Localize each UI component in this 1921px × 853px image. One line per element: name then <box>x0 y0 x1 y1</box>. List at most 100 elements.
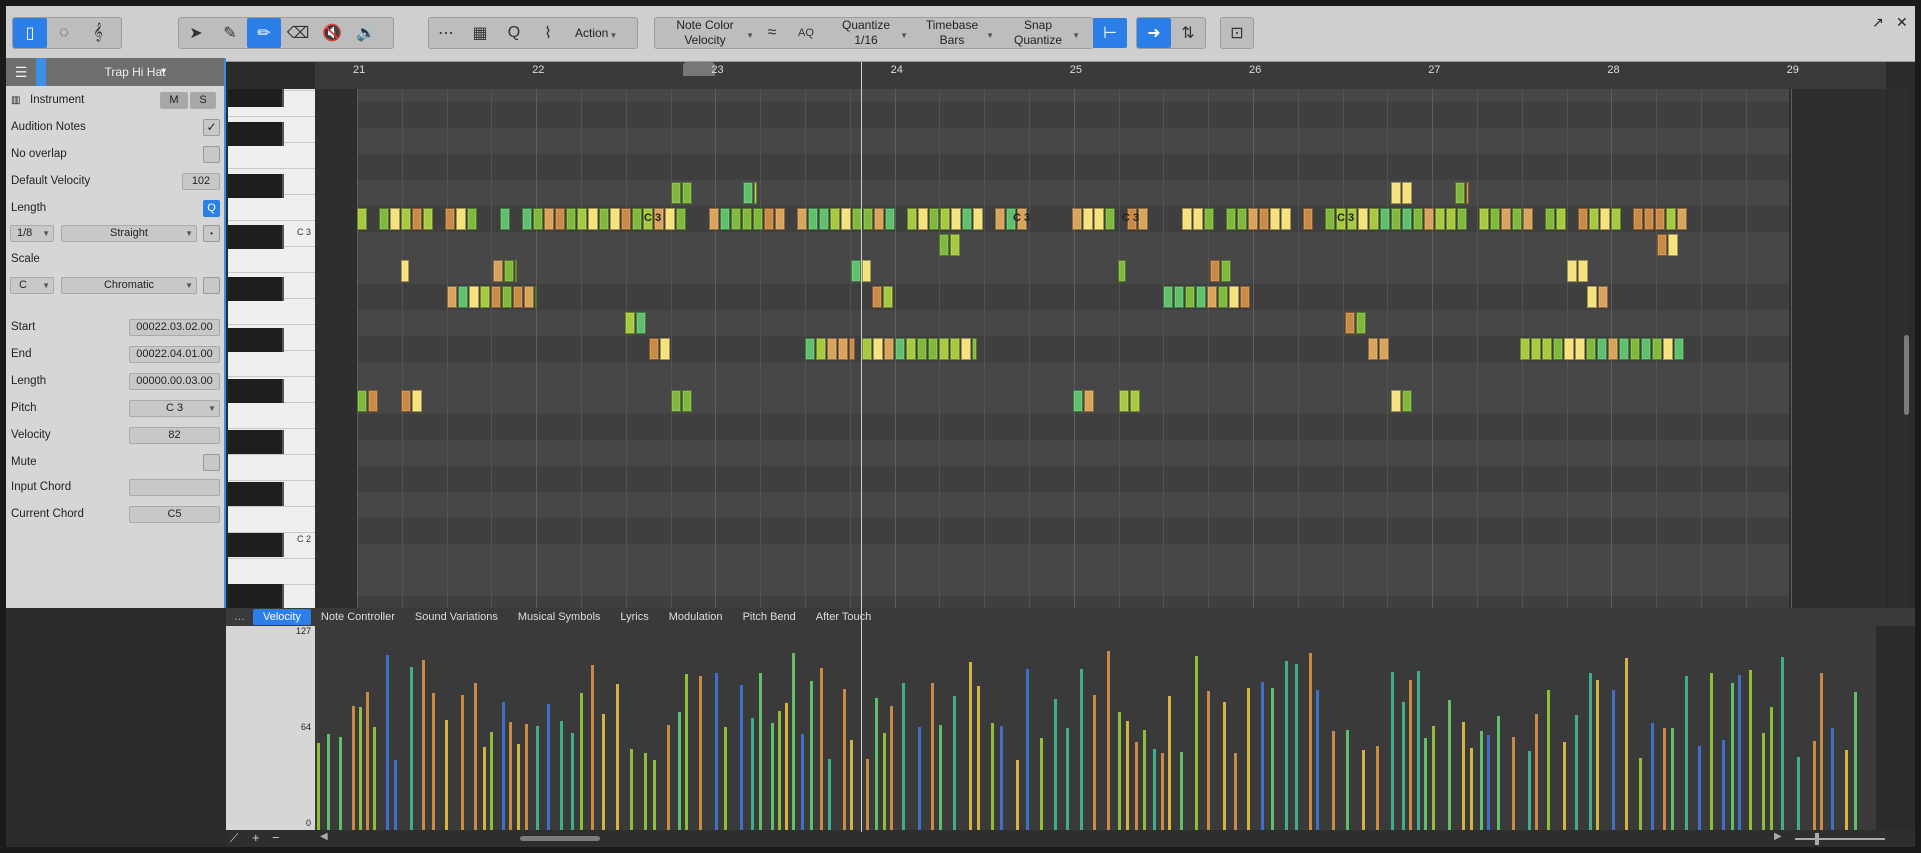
velocity-bar[interactable] <box>366 692 369 830</box>
midi-note[interactable] <box>819 208 829 230</box>
midi-note[interactable] <box>1435 208 1445 230</box>
midi-note[interactable] <box>1226 208 1236 230</box>
scroll-left-icon[interactable]: ◀ <box>320 831 328 842</box>
midi-note[interactable] <box>671 390 681 412</box>
midi-note[interactable] <box>939 234 949 256</box>
midi-note[interactable] <box>1345 312 1355 334</box>
velocity-bar[interactable] <box>667 725 670 830</box>
midi-note[interactable] <box>515 260 517 282</box>
velocity-bar[interactable] <box>953 696 956 830</box>
velocity-bar[interactable] <box>1535 714 1538 830</box>
tab-velocity[interactable]: Velocity <box>253 609 311 625</box>
velocity-bar[interactable] <box>536 726 539 830</box>
midi-note[interactable] <box>1185 286 1195 308</box>
midi-note[interactable] <box>1586 338 1596 360</box>
midi-note[interactable] <box>1325 208 1335 230</box>
velocity-bar[interactable] <box>1432 726 1435 830</box>
velocity-bar[interactable] <box>1247 688 1250 830</box>
midi-note[interactable] <box>874 208 884 230</box>
velocity-bar[interactable] <box>1698 746 1701 830</box>
midi-note[interactable] <box>950 338 960 360</box>
end-field[interactable]: 00022.04.01.00 <box>129 345 220 363</box>
midi-note[interactable] <box>566 208 576 230</box>
midi-note[interactable] <box>480 286 490 308</box>
velocity-bar[interactable] <box>1271 688 1274 830</box>
scale-root-dropdown[interactable]: C ▼ <box>10 276 54 294</box>
midi-note[interactable] <box>676 208 686 230</box>
line-tool-icon[interactable]: ⟋ <box>230 831 238 846</box>
midi-note[interactable] <box>961 338 971 360</box>
split-view-icon[interactable]: ⇅ <box>1171 18 1205 48</box>
midi-note[interactable] <box>588 208 598 230</box>
velocity-bar[interactable] <box>1731 683 1734 830</box>
velocity-bar[interactable] <box>1285 661 1288 830</box>
midi-note[interactable] <box>1073 390 1083 412</box>
track-name[interactable]: Trap Hi Hat <box>46 65 224 79</box>
midi-note[interactable] <box>841 208 851 230</box>
note-length-field[interactable]: 00000.00.03.00 <box>129 372 220 390</box>
velocity-bar[interactable] <box>1126 721 1129 830</box>
close-icon[interactable]: ✕ <box>1896 14 1908 31</box>
swing-icon[interactable]: ≈ <box>755 18 789 48</box>
velocity-bar[interactable] <box>1762 733 1765 830</box>
velocity-bar[interactable] <box>1797 757 1800 830</box>
add-lane-icon[interactable]: + <box>252 830 260 845</box>
mute-tool-icon[interactable]: 🔇 <box>315 18 349 48</box>
midi-note[interactable] <box>1391 208 1401 230</box>
midi-note[interactable] <box>805 338 815 360</box>
midi-note[interactable] <box>1553 338 1563 360</box>
black-key[interactable] <box>228 174 284 198</box>
velocity-bar[interactable] <box>1118 712 1121 830</box>
midi-note[interactable] <box>502 286 512 308</box>
eraser-tool-icon[interactable]: ⌫ <box>281 18 315 48</box>
velocity-bar[interactable] <box>1040 738 1043 830</box>
midi-note[interactable] <box>1589 208 1599 230</box>
midi-note[interactable] <box>1578 260 1588 282</box>
midi-note[interactable] <box>1641 338 1651 360</box>
midi-note[interactable] <box>412 390 422 412</box>
midi-note[interactable] <box>1446 208 1456 230</box>
midi-note[interactable] <box>743 182 753 204</box>
midi-note[interactable] <box>1402 390 1412 412</box>
velocity-bar[interactable] <box>359 707 362 830</box>
no-overlap-checkbox[interactable] <box>203 145 220 163</box>
midi-note[interactable] <box>555 208 565 230</box>
velocity-bar[interactable] <box>778 711 781 830</box>
midi-note[interactable] <box>838 338 848 360</box>
midi-note[interactable] <box>1391 182 1401 204</box>
velocity-bar[interactable] <box>1234 753 1237 830</box>
tab-modulation[interactable]: Modulation <box>659 609 733 625</box>
velocity-bar[interactable] <box>1671 728 1674 830</box>
midi-note[interactable] <box>357 208 367 230</box>
velocity-bar[interactable] <box>339 737 342 830</box>
piano-keyboard[interactable]: C 3 C 2 <box>228 89 315 608</box>
velocity-bar[interactable] <box>1625 658 1628 830</box>
midi-note[interactable] <box>412 208 422 230</box>
drum-editor-icon[interactable]: ◌ <box>47 18 81 48</box>
midi-note[interactable] <box>401 260 409 282</box>
velocity-bar[interactable] <box>1470 748 1473 830</box>
velocity-bar[interactable] <box>771 723 774 830</box>
velocity-bar[interactable] <box>724 727 727 830</box>
velocity-bar[interactable] <box>474 683 477 830</box>
midi-note[interactable] <box>830 208 840 230</box>
keyboard-icon[interactable]: ▦ <box>463 18 497 48</box>
midi-note[interactable] <box>1575 338 1585 360</box>
midi-note[interactable] <box>872 286 882 308</box>
black-key[interactable] <box>228 379 284 403</box>
velocity-bar[interactable] <box>810 681 813 830</box>
velocity-bar[interactable] <box>678 712 681 830</box>
midi-note[interactable] <box>973 208 983 230</box>
note-color-dropdown[interactable]: Note Color Velocity ▼ <box>655 18 755 48</box>
velocity-bar[interactable] <box>1026 669 1029 830</box>
velocity-bar[interactable] <box>490 732 493 830</box>
midi-note[interactable] <box>1523 208 1533 230</box>
zoom-fit-icon[interactable]: ⊡ <box>1221 18 1253 48</box>
velocity-bar[interactable] <box>1016 760 1019 830</box>
midi-note[interactable] <box>1587 286 1597 308</box>
midi-note[interactable] <box>1072 208 1082 230</box>
midi-note[interactable] <box>863 208 873 230</box>
midi-note[interactable] <box>862 260 871 282</box>
loop-marker[interactable] <box>683 62 715 76</box>
midi-note[interactable] <box>682 182 692 204</box>
